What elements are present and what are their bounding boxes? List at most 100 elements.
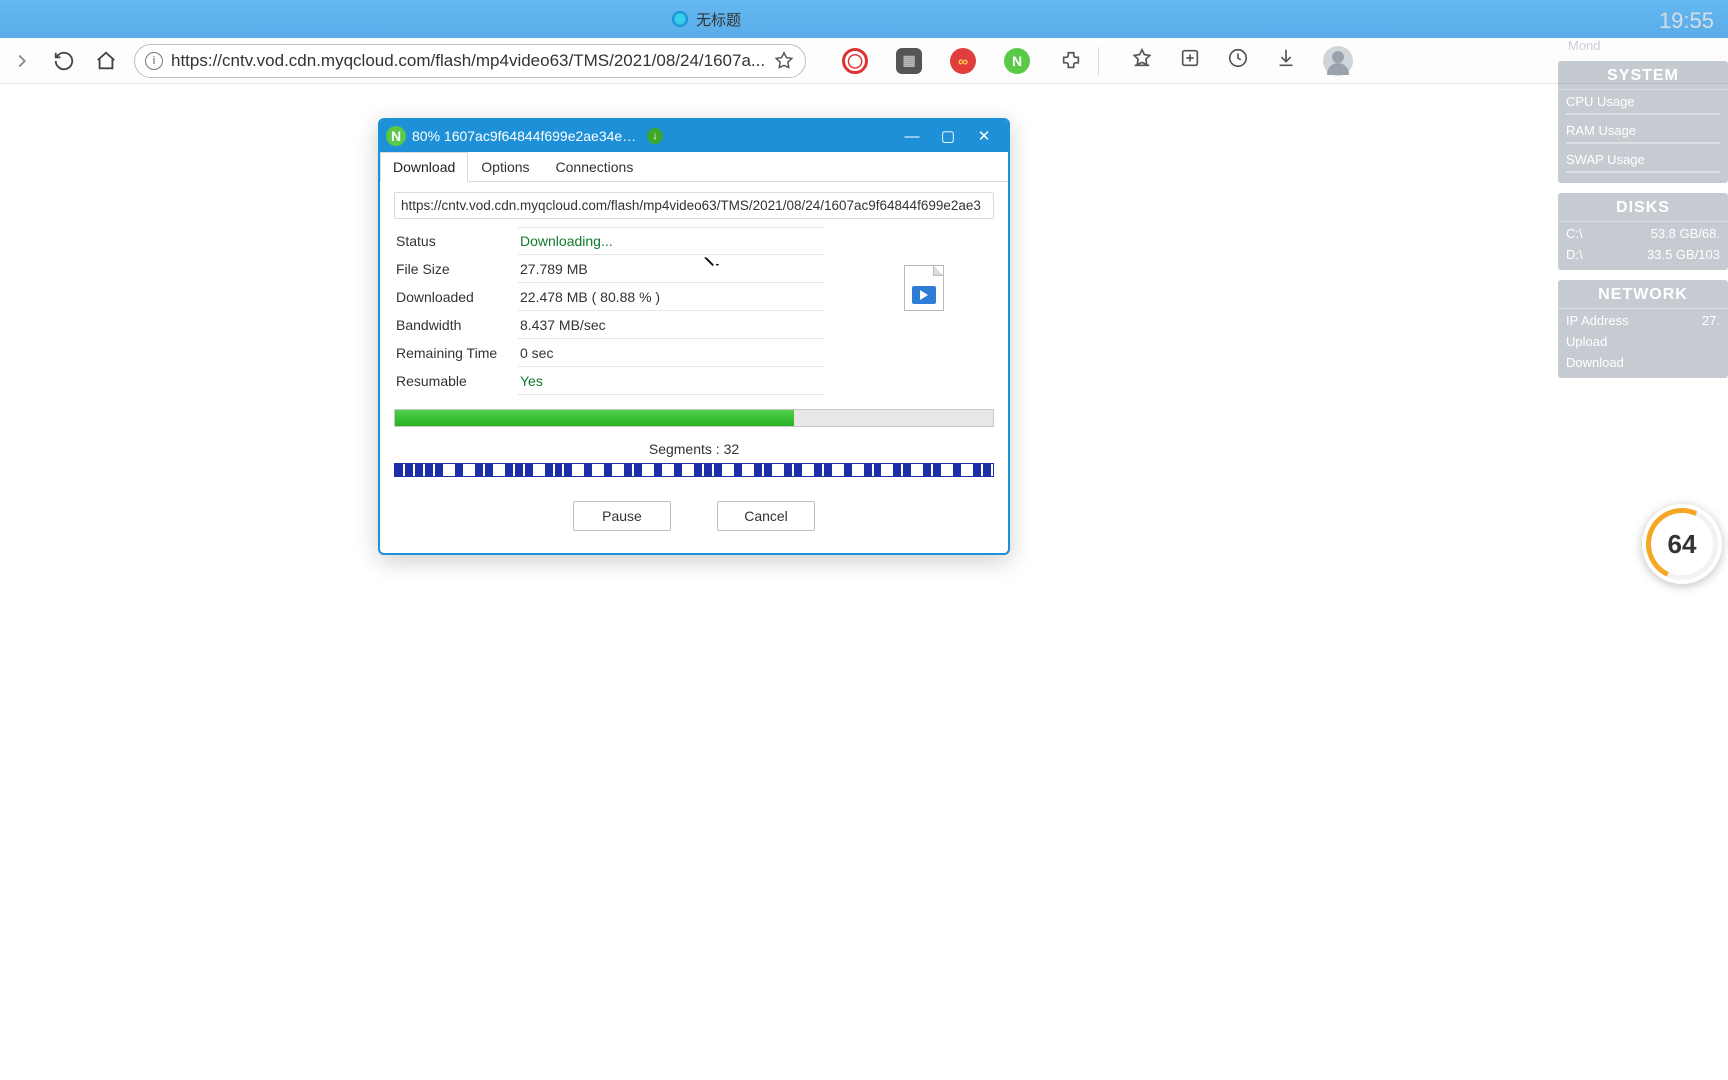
download-url[interactable]: https://cntv.vod.cdn.myqcloud.com/flash/… [394,192,994,219]
desktop-widget: 19:55 Mond SYSTEM CPU Usage RAM Usage SW… [1558,8,1728,388]
segment [983,464,993,476]
ext-ublock-icon[interactable]: ◯ [842,48,868,74]
system-panel: SYSTEM CPU Usage RAM Usage SWAP Usage [1558,61,1728,183]
segment [435,464,445,476]
segment [415,464,425,476]
segment [943,464,953,476]
extensions-menu-icon[interactable] [1058,48,1084,74]
address-bar[interactable]: i https://cntv.vod.cdn.myqcloud.com/flas… [134,44,806,78]
close-button[interactable]: ✕ [966,120,1002,152]
pause-button[interactable]: Pause [573,501,671,531]
disk-c-value: 53.8 GB/68. [1651,226,1720,241]
segment [405,464,415,476]
segment [734,464,744,476]
segment [485,464,495,476]
label-resumable: Resumable [394,367,518,395]
segment [644,464,654,476]
segment [754,464,764,476]
label-file-size: File Size [394,255,518,283]
site-info-icon[interactable]: i [145,52,163,70]
ext-box-icon[interactable]: ▦ [896,48,922,74]
maximize-button[interactable]: ▢ [930,120,966,152]
system-title: SYSTEM [1558,61,1728,90]
download-active-icon [647,128,663,144]
label-remaining: Remaining Time [394,339,518,367]
cpu-gauge: 64 [1642,504,1722,584]
downloads-icon[interactable] [1275,47,1297,74]
ext-ndm-icon[interactable]: N [1004,48,1030,74]
value-status: Downloading... [518,227,824,255]
value-remaining: 0 sec [518,339,824,367]
segment [594,464,604,476]
segment [854,464,864,476]
ip-label: IP Address [1566,313,1629,328]
value-downloaded: 22.478 MB ( 80.88 % ) [518,283,824,311]
tab-download[interactable]: Download [380,152,468,182]
segment [555,464,565,476]
segment [714,464,724,476]
segment [425,464,435,476]
segment [465,464,475,476]
progress-bar [394,409,994,427]
ram-label: RAM Usage [1566,123,1636,138]
segment [844,464,854,476]
cancel-button[interactable]: Cancel [717,501,815,531]
collections-icon[interactable] [1179,47,1201,74]
segment [774,464,784,476]
segment [505,464,515,476]
segment [973,464,983,476]
segment [804,464,814,476]
tab-options[interactable]: Options [468,152,542,181]
ip-value: 27. [1702,313,1720,328]
home-button[interactable] [92,47,120,75]
segment [684,464,694,476]
download-dialog: N 80% 1607ac9f64844f699e2ae34ea1a8d89d_h… [378,118,1010,555]
favorite-icon[interactable] [773,50,795,72]
segment [874,464,884,476]
edge-icon [672,11,688,27]
ext-infinity-icon[interactable]: ∞ [950,48,976,74]
swap-label: SWAP Usage [1566,152,1645,167]
segment [455,464,465,476]
profile-avatar[interactable] [1323,46,1353,76]
url-text: https://cntv.vod.cdn.myqcloud.com/flash/… [171,51,765,71]
browser-toolbar: i https://cntv.vod.cdn.myqcloud.com/flas… [0,38,1728,84]
toolbar-divider [1098,47,1099,75]
segments-bar [394,463,994,477]
cpu-label: CPU Usage [1566,94,1635,109]
segment [893,464,903,476]
ndm-app-icon: N [386,126,406,146]
value-bandwidth: 8.437 MB/sec [518,311,824,339]
segment [923,464,933,476]
label-status: Status [394,227,518,255]
segment [953,464,963,476]
disks-panel: DISKS C:\53.8 GB/68. D:\33.5 GB/103 [1558,193,1728,270]
segment [864,464,874,476]
extensions: ◯ ▦ ∞ N [842,48,1084,74]
history-icon[interactable] [1227,47,1249,74]
segment [824,464,834,476]
segment [664,464,674,476]
tab-title: 无标题 [696,9,741,30]
tab-connections[interactable]: Connections [543,152,647,181]
forward-button[interactable] [8,47,36,75]
segment [724,464,734,476]
mouse-cursor-icon [708,252,723,272]
refresh-button[interactable] [50,47,78,75]
disks-title: DISKS [1558,193,1728,222]
segment [933,464,943,476]
widget-clock: 19:55 [1558,8,1728,34]
favorites-icon[interactable] [1131,47,1153,74]
segment [704,464,714,476]
gauge-value: 64 [1668,529,1697,560]
info-grid: Status File Size Downloaded Bandwidth Re… [394,227,994,395]
toolbar-right [1131,46,1353,76]
segment [604,464,614,476]
segment [784,464,794,476]
segment [654,464,664,476]
minimize-button[interactable]: — [894,120,930,152]
segment [574,464,584,476]
download-label: Download [1566,355,1624,370]
dialog-titlebar[interactable]: N 80% 1607ac9f64844f699e2ae34ea1a8d89d_h… [380,120,1008,152]
dialog-tabs: Download Options Connections [380,152,1008,182]
